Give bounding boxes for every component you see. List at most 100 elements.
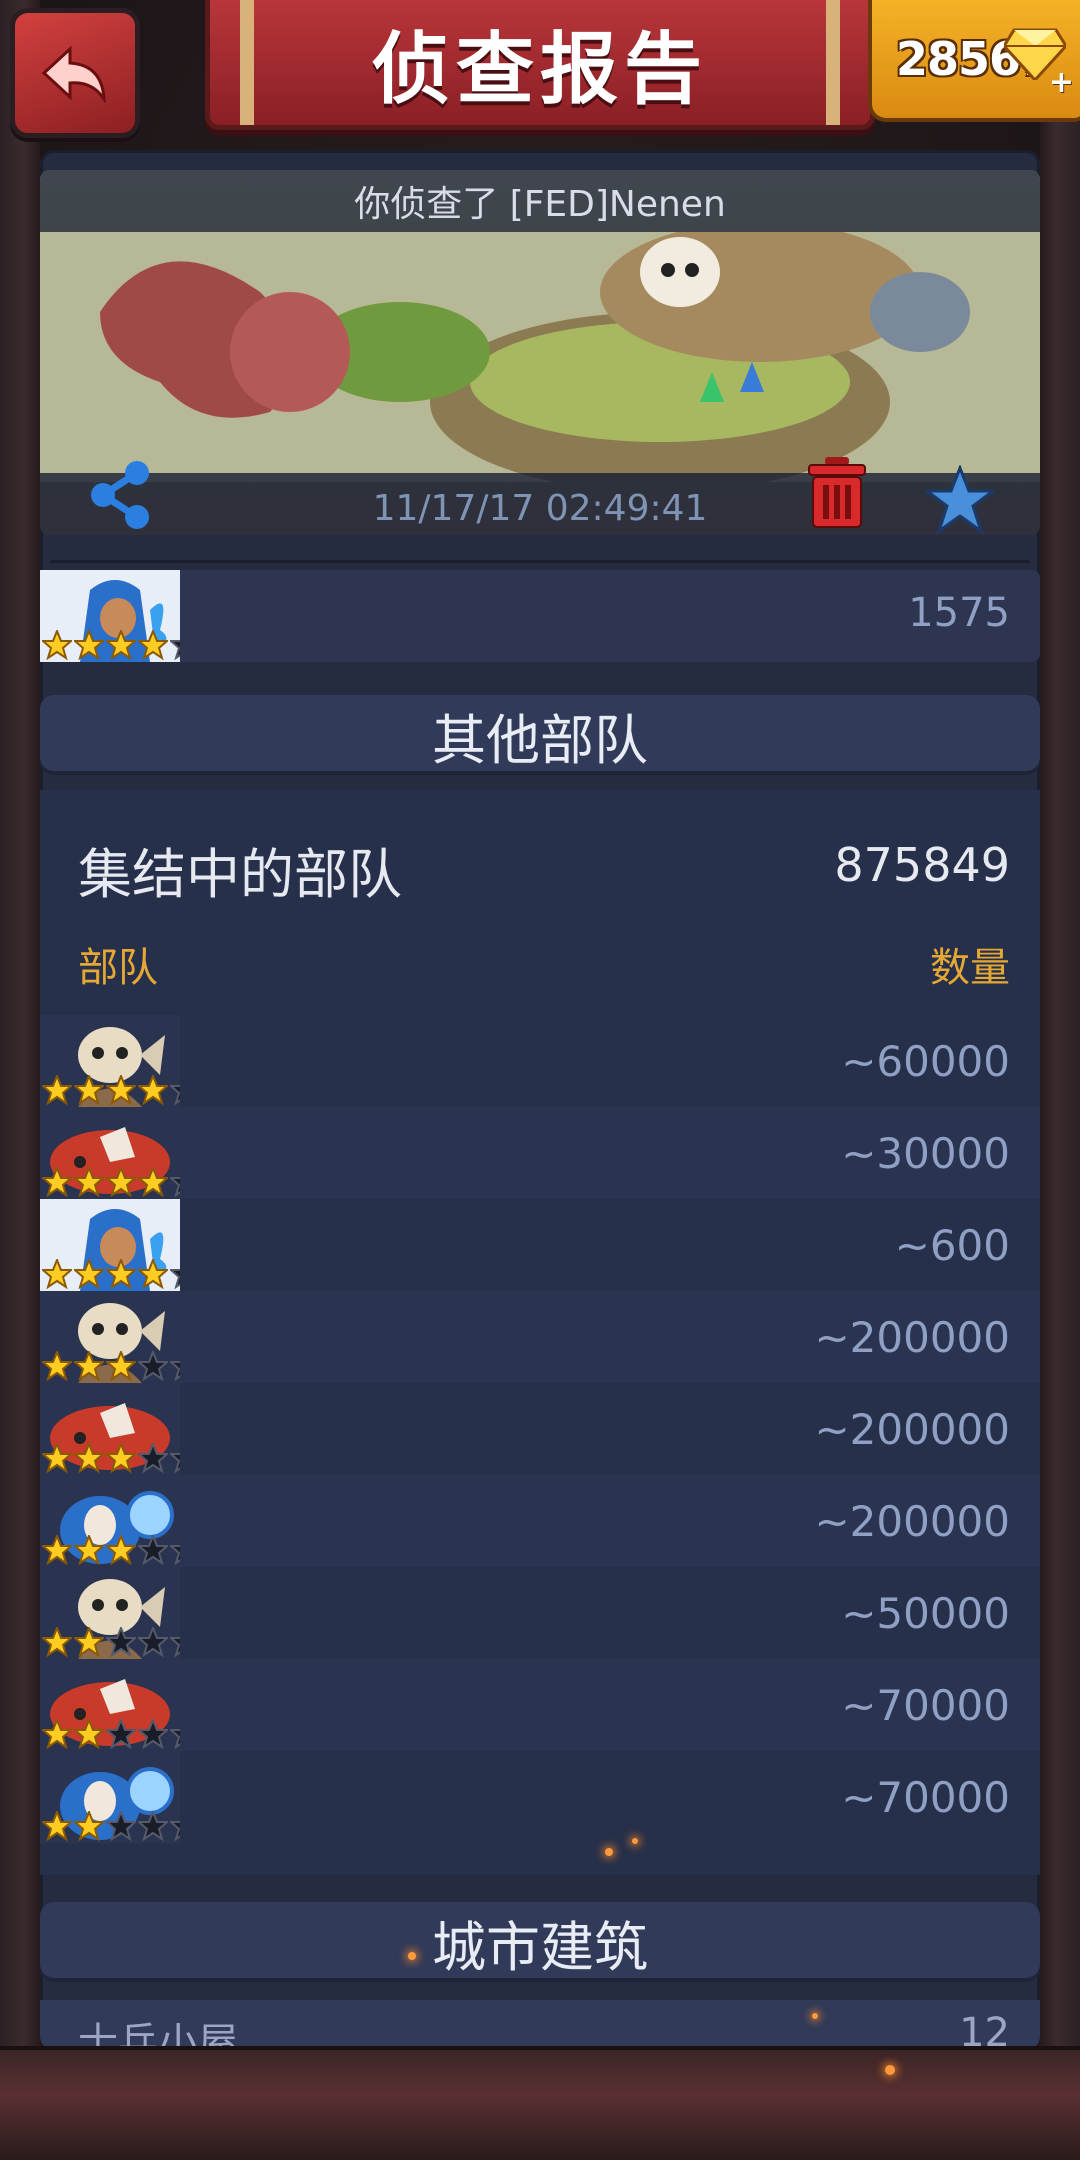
star-filled-icon [42, 1627, 72, 1657]
city-illustration [40, 232, 1040, 482]
star-filled-icon [74, 1535, 104, 1565]
troop-stars [42, 1627, 180, 1657]
troop-stars [42, 1075, 180, 1105]
troop-portrait [40, 1751, 180, 1843]
troop-amount: ~70000 [841, 1681, 1010, 1730]
page-title: 侦查报告 [371, 24, 708, 115]
building-name: 士兵小屋 [78, 2020, 238, 2050]
section-other-troops: 其他部队 [40, 695, 1040, 775]
commander-row[interactable]: 1575 [40, 570, 1040, 662]
troop-amount: ~200000 [814, 1405, 1010, 1454]
ember-particle [408, 1952, 416, 1960]
star-filled-icon [138, 630, 168, 660]
star-filled-icon [74, 1811, 104, 1841]
troop-row[interactable]: ~200000 [40, 1291, 1040, 1383]
scene-footer-bar: 11/17/17 02:49:41 [40, 457, 1040, 535]
troop-row[interactable]: ~200000 [40, 1475, 1040, 1567]
star-empty-icon [138, 1627, 168, 1657]
troop-stars [42, 1719, 180, 1749]
divider [50, 560, 1030, 563]
favorite-star-icon[interactable] [925, 465, 995, 535]
star-filled-icon [106, 1259, 136, 1289]
troop-stars [42, 1535, 180, 1565]
star-filled-icon [74, 1627, 104, 1657]
troop-row[interactable]: ~60000 [40, 1015, 1040, 1107]
star-filled-icon [42, 1351, 72, 1381]
star-filled-icon [106, 1351, 136, 1381]
troop-portrait [40, 1475, 180, 1567]
star-filled-icon [138, 1259, 168, 1289]
star-filled-icon [42, 1259, 72, 1289]
troop-row[interactable]: ~200000 [40, 1383, 1040, 1475]
scout-scene: 你侦查了 [FED]Nenen 11/17/17 02:49:41 [40, 170, 1040, 535]
troop-stars [42, 1351, 180, 1381]
star-empty-icon [138, 1811, 168, 1841]
troop-amount: ~30000 [841, 1129, 1010, 1178]
star-empty-icon [170, 1177, 180, 1197]
star-filled-icon [42, 1719, 72, 1749]
troop-row[interactable]: ~30000 [40, 1107, 1040, 1199]
commander-value: 1575 [908, 590, 1010, 636]
ember-particle [885, 2065, 895, 2075]
star-filled-icon [106, 1443, 136, 1473]
star-empty-icon [170, 640, 180, 660]
star-empty-icon [138, 1443, 168, 1473]
troop-amount: ~50000 [841, 1589, 1010, 1638]
delete-icon[interactable] [805, 451, 869, 531]
report-timestamp: 11/17/17 02:49:41 [372, 488, 708, 529]
troop-stars [42, 1259, 180, 1289]
rally-troops-label: 集结中的部队 [78, 843, 402, 906]
gem-counter[interactable]: 28567 + [868, 0, 1080, 122]
column-amount-header: 数量 [930, 945, 1010, 991]
commander-stars [42, 630, 180, 660]
star-filled-icon [74, 1719, 104, 1749]
back-arrow-icon [41, 45, 106, 103]
troop-row[interactable]: ~70000 [40, 1751, 1040, 1843]
troop-amount: ~60000 [841, 1037, 1010, 1086]
troop-amount: ~600 [894, 1221, 1010, 1270]
troop-stars [42, 1811, 180, 1841]
star-filled-icon [106, 630, 136, 660]
add-gems-icon[interactable]: + [1049, 65, 1074, 100]
star-filled-icon [42, 1443, 72, 1473]
star-empty-icon [106, 1719, 136, 1749]
troop-portrait [40, 1291, 180, 1383]
star-filled-icon [138, 1075, 168, 1105]
star-filled-icon [74, 1075, 104, 1105]
troop-row[interactable]: ~600 [40, 1199, 1040, 1291]
troop-portrait [40, 1659, 180, 1751]
rock-border-bottom [0, 2046, 1080, 2160]
ember-particle [812, 2013, 818, 2019]
troop-portrait [40, 1567, 180, 1659]
troop-row[interactable]: ~70000 [40, 1659, 1040, 1751]
rock-border-left [0, 0, 40, 2160]
star-empty-icon [170, 1453, 180, 1473]
troop-stars [42, 1167, 180, 1197]
star-filled-icon [74, 1167, 104, 1197]
building-level: 12 [959, 2010, 1010, 2050]
star-empty-icon [106, 1811, 136, 1841]
troop-portrait [40, 1107, 180, 1199]
star-empty-icon [170, 1085, 180, 1105]
troop-amount: ~70000 [841, 1773, 1010, 1822]
ember-particle [632, 1838, 638, 1844]
star-empty-icon [170, 1729, 180, 1749]
troop-amount: ~200000 [814, 1497, 1010, 1546]
star-empty-icon [138, 1351, 168, 1381]
report-panel[interactable]: 你侦查了 [FED]Nenen 11/17/17 02:49:41 1575 其… [40, 150, 1040, 2050]
star-filled-icon [106, 1535, 136, 1565]
troop-stars [42, 1443, 180, 1473]
troop-row[interactable]: ~50000 [40, 1567, 1040, 1659]
star-filled-icon [106, 1075, 136, 1105]
rally-troops-value: 875849 [834, 838, 1010, 892]
star-filled-icon [42, 630, 72, 660]
column-troop-header: 部队 [78, 945, 158, 991]
rock-border-right [1040, 0, 1080, 2160]
back-button[interactable] [10, 8, 140, 138]
title-banner: 侦查报告 [205, 0, 875, 130]
troop-portrait [40, 1199, 180, 1291]
star-filled-icon [74, 630, 104, 660]
star-filled-icon [106, 1167, 136, 1197]
ember-particle [605, 1848, 613, 1856]
commander-portrait [40, 570, 180, 662]
